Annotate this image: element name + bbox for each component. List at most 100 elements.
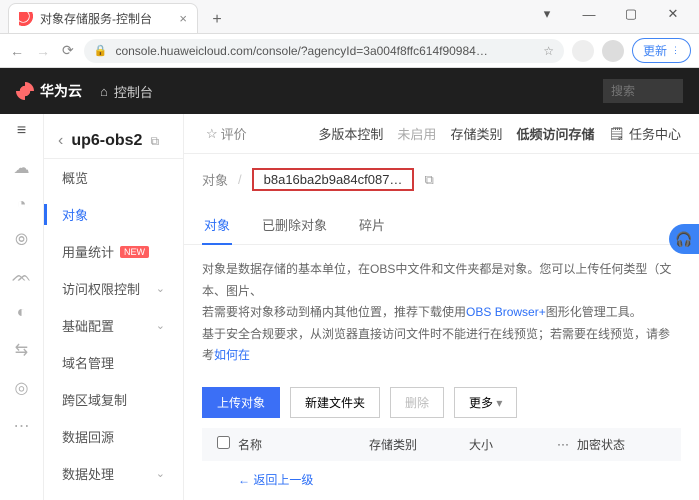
net-icon[interactable]: ᨏ: [12, 268, 32, 286]
sidebar-item-label: 域名管理: [62, 353, 114, 372]
col-name[interactable]: 名称: [238, 436, 369, 453]
maximize-icon[interactable]: ▢: [611, 0, 651, 28]
back-to-parent-link[interactable]: ← 返回上一级: [238, 473, 313, 487]
more-button[interactable]: 更多: [454, 387, 517, 418]
huawei-flower-icon: [16, 82, 34, 100]
breadcrumb-root[interactable]: 对象: [202, 170, 228, 189]
content-tabs: 对象 已删除对象 碎片: [184, 205, 699, 245]
chevron-down-icon: ⌄: [156, 467, 165, 480]
tab-deleted[interactable]: 已删除对象: [260, 205, 329, 244]
sidebar-item-label: 访问权限控制: [62, 279, 140, 298]
select-all-checkbox[interactable]: [217, 436, 230, 449]
tag-class-label: 存储类别: [450, 124, 502, 143]
sidebar-item-label: 数据处理: [62, 464, 114, 483]
sidebar-item-0[interactable]: 概览: [44, 159, 183, 196]
col-more[interactable]: ···: [549, 437, 577, 451]
address-bar: ← → ⟳ 🔒 console.huaweicloud.com/console/…: [0, 34, 699, 68]
tab-objects[interactable]: 对象: [202, 205, 232, 244]
preview-help-link[interactable]: 如何在: [214, 348, 250, 362]
back-icon[interactable]: ←: [8, 41, 26, 61]
reload-icon[interactable]: ⟳: [60, 40, 76, 61]
sidebar-item-label: 用量统计: [62, 242, 114, 261]
browser-titlebar: 对象存储服务-控制台 × + ▾ — ▢ ✕: [0, 0, 699, 34]
sidebar-item-5[interactable]: 域名管理: [44, 344, 183, 381]
new-folder-button[interactable]: 新建文件夹: [290, 387, 380, 418]
update-button[interactable]: 更新⋮: [632, 38, 691, 63]
db-icon[interactable]: ⦾: [15, 232, 28, 250]
breadcrumb-sep: /: [238, 172, 242, 187]
task-center-link[interactable]: 🗒 任务中心: [608, 124, 681, 143]
back-arrow-icon[interactable]: ‹: [58, 132, 63, 150]
tag-version: 多版本控制: [318, 124, 383, 143]
col-enc[interactable]: 加密状态: [577, 436, 647, 453]
chevron-down-icon: ⌄: [156, 282, 165, 295]
console-label: 控制台: [114, 82, 153, 101]
cloud-header: 华为云 ⌂ 控制台: [0, 68, 699, 114]
sidebar-item-label: 数据回源: [62, 427, 114, 446]
console-link[interactable]: ⌂ 控制台: [100, 82, 153, 101]
tag-disabled: 未启用: [397, 124, 436, 143]
sidebar-item-8[interactable]: 数据处理 ⌄: [44, 455, 183, 492]
url-input[interactable]: 🔒 console.huaweicloud.com/console/?agenc…: [84, 39, 564, 63]
cloud-icon[interactable]: ☁: [14, 158, 30, 178]
minimize-icon[interactable]: —: [569, 0, 609, 28]
huawei-favicon: [19, 12, 33, 26]
sidebar-item-3[interactable]: 访问权限控制 ⌄: [44, 270, 183, 307]
eval-link[interactable]: ☆ 评价: [206, 124, 247, 143]
appmenu-icon[interactable]: ▾: [527, 0, 567, 28]
star-icon[interactable]: ☆: [543, 44, 554, 58]
sidebar-item-label: 跨区域复制: [62, 390, 127, 409]
sidebar-item-label: 对象: [62, 205, 88, 224]
upload-button[interactable]: 上传对象: [202, 387, 280, 418]
toolbar: 上传对象 新建文件夹 删除 更多: [184, 381, 699, 428]
browser-tab[interactable]: 对象存储服务-控制台 ×: [8, 3, 198, 33]
forward-icon: →: [34, 41, 52, 61]
sidebar-item-label: 概览: [62, 168, 88, 187]
table-header: 名称 存储类别 大小 ··· 加密状态: [202, 428, 681, 461]
extension-icon[interactable]: [572, 40, 594, 62]
sidebar-item-6[interactable]: 跨区域复制: [44, 381, 183, 418]
service-icon[interactable]: ◎: [15, 378, 29, 398]
copy-path-icon[interactable]: ⧉: [424, 172, 433, 188]
sidebar-item-1[interactable]: 对象: [44, 196, 183, 233]
help-float-icon[interactable]: 🎧: [669, 224, 699, 254]
home-icon: ⌂: [100, 84, 108, 99]
disk-icon[interactable]: ◔: [17, 196, 27, 214]
col-size[interactable]: 大小: [469, 436, 549, 453]
description-text: 对象是数据存储的基本单位，在OBS中文件和文件夹都是对象。您可以上传任何类型（文…: [184, 245, 699, 381]
col-class[interactable]: 存储类别: [369, 436, 469, 453]
close-tab-icon[interactable]: ×: [179, 11, 187, 26]
sidebar-item-9[interactable]: 桶清单: [44, 492, 183, 500]
content-area: ☆ 评价 多版本控制 未启用 存储类别 低频访问存储 🗒 任务中心 对象 / b…: [184, 114, 699, 500]
sidebar-item-label: 基础配置: [62, 316, 114, 335]
new-tab-button[interactable]: +: [204, 7, 230, 33]
bucket-name: up6-obs2: [71, 132, 142, 150]
sidebar-item-4[interactable]: 基础配置 ⌄: [44, 307, 183, 344]
url-text: console.huaweicloud.com/console/?agencyI…: [115, 44, 535, 58]
brand-text: 华为云: [40, 81, 82, 101]
copy-icon[interactable]: ⧉: [150, 134, 159, 149]
profile-icon[interactable]: [602, 40, 624, 62]
tag-class-value: 低频访问存储: [516, 124, 594, 143]
icon-rail: ≡ ☁ ◔ ⦾ ᨏ ◐ ⇆ ◎ ⋯: [0, 114, 44, 500]
sidebar-item-2[interactable]: 用量统计 NEW: [44, 233, 183, 270]
search-input[interactable]: [603, 79, 683, 103]
huawei-logo[interactable]: 华为云: [16, 81, 82, 101]
tab-fragments[interactable]: 碎片: [357, 205, 387, 244]
bucket-tags: 多版本控制 未启用 存储类别 低频访问存储 🗒 任务中心: [318, 124, 681, 143]
window-controls: ▾ — ▢ ✕: [527, 0, 693, 28]
new-badge: NEW: [120, 246, 149, 258]
menu-icon[interactable]: ≡: [17, 122, 26, 140]
obs-browser-link[interactable]: OBS Browser+: [466, 305, 546, 319]
mgmt-icon[interactable]: ◐: [17, 304, 27, 322]
chevron-down-icon: ⌄: [156, 319, 165, 332]
more-services-icon[interactable]: ⋯: [14, 416, 30, 436]
breadcrumb-current: b8a16ba2b9a84cf087…: [252, 168, 415, 191]
breadcrumb: 对象 / b8a16ba2b9a84cf087… ⧉: [184, 154, 699, 205]
header-search: [603, 79, 683, 103]
link-icon[interactable]: ⇆: [15, 340, 28, 360]
delete-button: 删除: [390, 387, 444, 418]
sidebar-item-7[interactable]: 数据回源: [44, 418, 183, 455]
close-window-icon[interactable]: ✕: [653, 0, 693, 28]
tab-title: 对象存储服务-控制台: [40, 10, 172, 27]
